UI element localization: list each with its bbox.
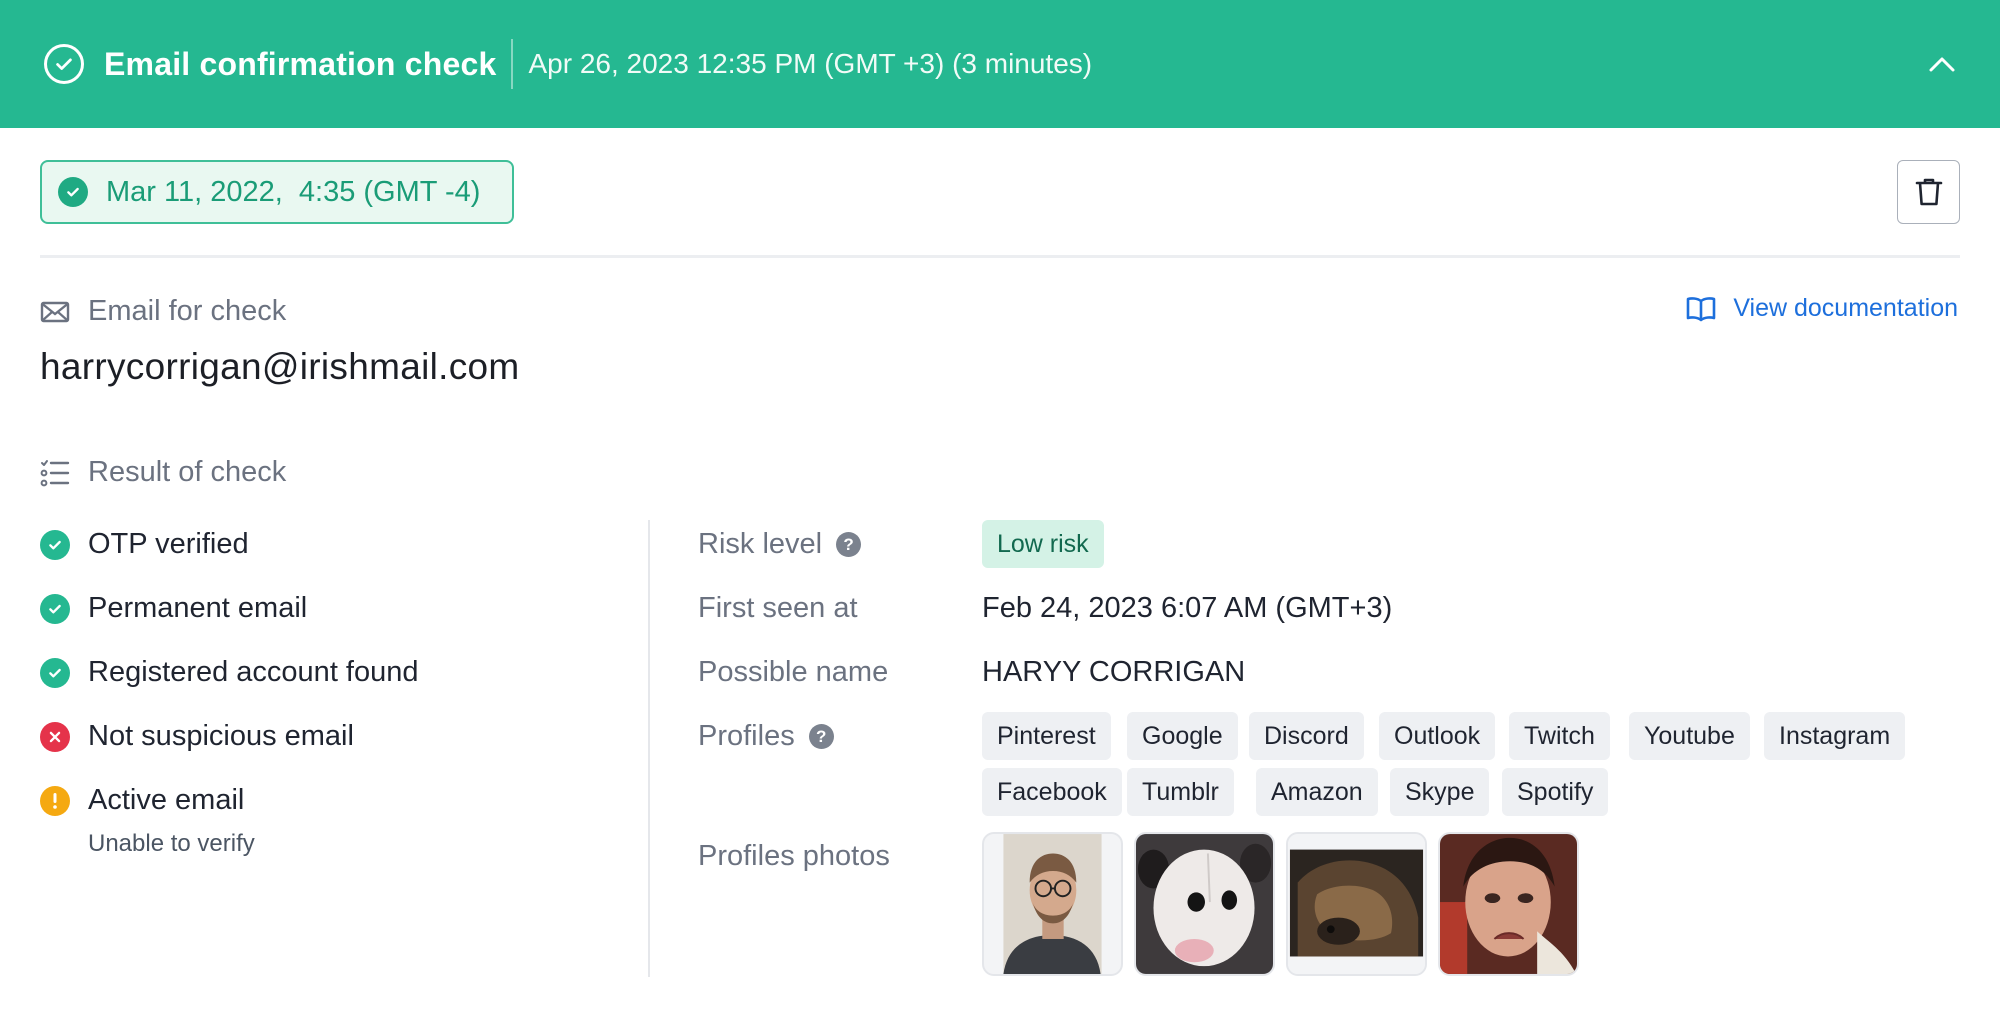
profile-tag: Twitch	[1509, 712, 1610, 760]
profile-tag: Skype	[1390, 768, 1490, 816]
risk-level-label: Risk level ?	[698, 528, 862, 561]
header-divider	[511, 39, 514, 89]
book-icon	[1685, 295, 1717, 323]
delete-button[interactable]	[1897, 160, 1960, 224]
check-circle-icon	[44, 44, 84, 84]
check-circle-icon	[40, 529, 70, 560]
date-chip: Mar 11, 2022, 4:35 (GMT -4)	[40, 160, 514, 224]
possible-name-value: HARYY CORRIGAN	[982, 656, 1246, 688]
profile-photo-man[interactable]	[982, 832, 1123, 976]
trash-icon	[1915, 178, 1942, 206]
view-documentation-link[interactable]: View documentation	[1685, 294, 1958, 323]
email-value: harrycorrigan@irishmail.com	[40, 346, 520, 387]
column-divider	[648, 520, 650, 977]
profile-photos-label: Profiles photos	[698, 840, 890, 872]
check-title: Email confirmation check	[104, 45, 497, 82]
profile-tag: Youtube	[1629, 712, 1750, 760]
profile-photo-dog[interactable]	[1286, 832, 1427, 976]
result-section-title: Result of check	[88, 456, 287, 488]
chevron-up-icon[interactable]	[1922, 44, 1962, 84]
profile-tag: Instagram	[1764, 712, 1906, 760]
profile-photos	[982, 832, 1579, 976]
result-section-label: Result of check	[40, 456, 286, 489]
check-circle-icon	[40, 593, 70, 624]
profile-photo-child[interactable]	[1438, 832, 1579, 976]
profile-tag: Google	[1127, 712, 1238, 760]
help-icon[interactable]: ?	[836, 532, 862, 557]
profiles-label: Profiles ?	[698, 720, 834, 753]
x-circle-icon	[40, 721, 70, 752]
check-note: Unable to verify	[88, 830, 255, 857]
list-item: Permanent email	[40, 592, 307, 625]
profile-tag: Facebook	[982, 768, 1122, 816]
check-header: Email confirmation check Apr 26, 2023 12…	[0, 0, 2000, 128]
list-item: Registered account found	[40, 656, 419, 689]
risk-level-label-text: Risk level	[698, 528, 823, 560]
check-circle-icon	[40, 657, 70, 688]
profile-tag: Tumblr	[1127, 768, 1234, 816]
section-divider	[40, 255, 1960, 258]
date-chip-label: Mar 11, 2022, 4:35 (GMT -4)	[106, 175, 481, 208]
profile-tag: Spotify	[1502, 768, 1609, 816]
check-label: Not suspicious email	[88, 720, 354, 752]
profile-tag: Pinterest	[982, 712, 1111, 760]
exclamation-circle-icon	[40, 785, 70, 816]
check-circle-icon	[58, 177, 88, 207]
email-section-title: Email for check	[88, 295, 287, 327]
profile-tag: Outlook	[1379, 712, 1496, 760]
check-label: OTP verified	[88, 528, 249, 560]
check-label: Registered account found	[88, 656, 419, 688]
profile-photo-opossum[interactable]	[1134, 832, 1275, 976]
first-seen-value: Feb 24, 2023 6:07 AM (GMT+3)	[982, 592, 1393, 624]
list-item: OTP verified	[40, 528, 249, 561]
checklist-icon	[40, 458, 70, 488]
risk-level-badge: Low risk	[982, 520, 1104, 568]
check-timestamp: Apr 26, 2023 12:35 PM (GMT +3) (3 minute…	[528, 48, 1093, 79]
view-documentation-label[interactable]: View documentation	[1733, 294, 1958, 323]
envelope-icon	[40, 297, 70, 327]
profile-tag: Discord	[1249, 712, 1364, 760]
profiles-label-text: Profiles	[698, 720, 795, 752]
profile-tag: Amazon	[1256, 768, 1378, 816]
possible-name-label: Possible name	[698, 656, 889, 688]
help-icon[interactable]: ?	[808, 724, 834, 749]
check-label: Permanent email	[88, 592, 308, 624]
list-item: Active email	[40, 784, 244, 817]
list-item: Not suspicious email	[40, 720, 354, 753]
first-seen-label: First seen at	[698, 592, 858, 624]
check-label: Active email	[88, 784, 245, 816]
email-section-label: Email for check	[40, 295, 286, 328]
